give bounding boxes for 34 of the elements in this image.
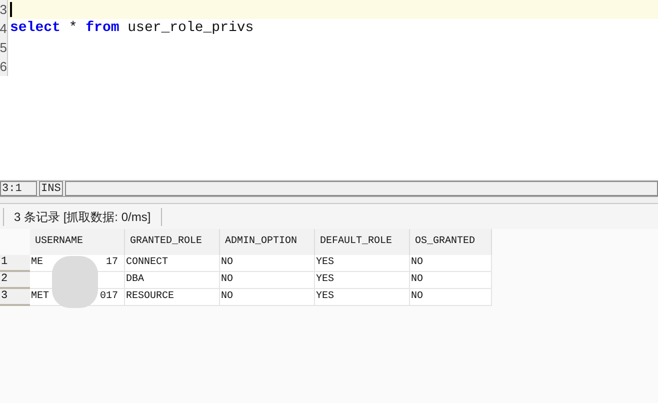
column-header[interactable]: GRANTED_ROLE xyxy=(125,229,220,255)
cell-text-fragment: 017 xyxy=(100,290,118,304)
table-cell: CONNECT xyxy=(125,255,220,272)
line-number: 5 xyxy=(0,39,7,57)
column-header[interactable]: ADMIN_OPTION xyxy=(220,229,315,255)
insert-mode-indicator: INS xyxy=(39,181,63,196)
column-header[interactable]: USERNAME xyxy=(30,229,125,255)
table-cell: NO xyxy=(410,289,492,306)
table-cell: NO xyxy=(410,272,492,289)
table-cell: YES xyxy=(315,255,410,272)
table-cell: NO xyxy=(220,255,315,272)
cell-text-fragment: MET xyxy=(31,290,50,304)
row-header[interactable]: 1 xyxy=(0,255,30,272)
record-count-text: 3 条记录 [抓取数据: 0/ms] xyxy=(4,208,162,226)
line-number: 6 xyxy=(0,58,7,76)
line-number: 4 xyxy=(0,20,7,38)
line-number: 3 xyxy=(0,1,7,19)
table-cell: NO xyxy=(220,289,315,306)
row-header[interactable]: 2 xyxy=(0,272,30,289)
text-cursor xyxy=(10,2,12,17)
sql-code-line: select * from user_role_privs xyxy=(10,19,254,38)
cell-text-fragment: 17 xyxy=(106,256,118,270)
table-cell: YES xyxy=(315,289,410,306)
column-header[interactable]: DEFAULT_ROLE xyxy=(315,229,410,255)
table-cell: YES xyxy=(315,272,410,289)
table-cell: RESOURCE xyxy=(125,289,220,306)
table-cell: DBA xyxy=(125,272,220,289)
column-header[interactable]: OS_GRANTED xyxy=(410,229,492,255)
table-cell: NO xyxy=(410,255,492,272)
splitter-bar[interactable] xyxy=(0,197,658,204)
row-header[interactable]: 3 xyxy=(0,289,30,306)
cursor-position: 3:1 xyxy=(0,181,37,196)
cell-text-fragment: ME xyxy=(31,256,44,270)
table-cell: NO xyxy=(220,272,315,289)
